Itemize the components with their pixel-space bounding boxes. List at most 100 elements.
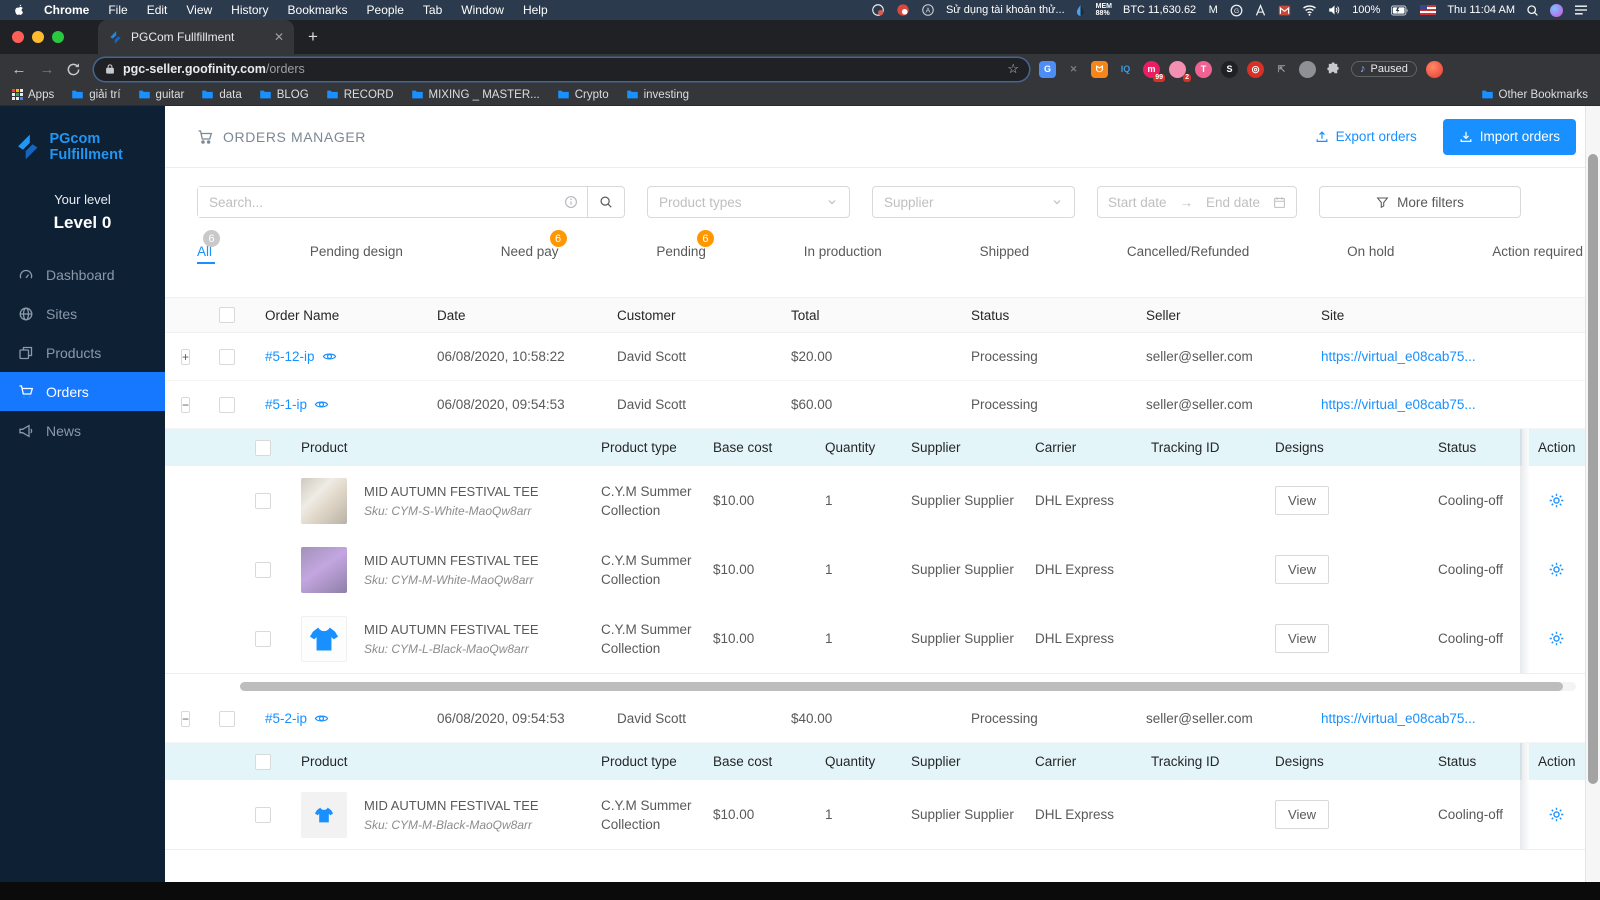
sidebar-item-sites[interactable]: .f{fill:#8b99a9;stroke:none} Sites [0,294,165,333]
tab-action-required[interactable]: Action required [1492,244,1583,270]
wifi-icon[interactable] [1302,4,1317,16]
circled-a-status-icon[interactable]: A [921,3,935,17]
collapse-row-button[interactable]: − [181,711,191,727]
row-checkbox[interactable] [219,710,235,727]
view-designs-button[interactable]: View [1275,624,1329,653]
tab-cancelled-refunded[interactable]: Cancelled/Refunded [1127,244,1249,270]
m-script-status-icon[interactable]: M [1207,4,1219,16]
product-thumbnail[interactable] [301,546,347,593]
translate-extension-icon[interactable]: G [1039,60,1056,78]
bookmark-apps[interactable]: Apps [12,89,54,101]
select-all-checkbox[interactable] [219,307,235,323]
address-bar[interactable]: pgc-seller.goofinity.com/orders ☆ [94,57,1029,81]
tab-need-pay[interactable]: Need pay 6 [501,230,567,270]
spotlight-search-icon[interactable] [1526,4,1539,17]
x-extension-icon[interactable]: ✕ [1065,61,1082,78]
menu-help[interactable]: Help [523,3,548,17]
circle-extension-icon[interactable] [1299,60,1316,78]
vertical-scrollbar[interactable] [1585,106,1600,882]
menu-people[interactable]: People [367,3,404,17]
order-name-link[interactable]: #5-2-ip.f{fill:#1890ff;stroke:none} [265,711,437,726]
back-icon[interactable]: ← [10,61,28,78]
sidebar-item-products[interactable]: .f{fill:#8b99a9;stroke:none} Products [0,333,165,372]
order-name-link[interactable]: #5-12-ip.f{fill:#1890ff;stroke:none} [265,349,437,364]
product-checkbox[interactable] [255,630,271,647]
menu-chrome[interactable]: Chrome [44,3,89,17]
row-settings-button[interactable]: .f{fill:#1890ff;stroke:none} [1548,561,1565,578]
product-checkbox[interactable] [255,561,271,578]
menu-history[interactable]: History [231,3,268,17]
m99-extension-icon[interactable]: m 99 [1143,60,1165,82]
row-checkbox[interactable] [219,348,235,365]
input-language-flag-icon[interactable] [1420,5,1437,15]
gmail-status-icon[interactable] [1278,4,1291,17]
row-settings-button[interactable]: .f{fill:#1890ff;stroke:none} [1548,806,1565,823]
swirl-status-icon[interactable] [871,3,885,17]
battery-icon[interactable] [1391,5,1409,16]
g-status-icon[interactable]: G [1230,4,1243,17]
bookmark-folder[interactable]: .f{fill:#aeb3b9;stroke:none}investing [626,88,689,101]
minimize-window-button[interactable] [32,31,44,43]
browser-tab[interactable]: PGCom Fullfillment ✕ [98,20,294,54]
mem-drop-icon[interactable] [1076,4,1085,17]
bookmark-folder[interactable]: .f{fill:#aeb3b9;stroke:none}guitar [138,88,184,101]
red-app-status-icon[interactable] [896,3,910,17]
sidebar-item-dashboard[interactable]: .f{fill:#8b99a9;stroke:none} Dashboard [0,255,165,294]
row-checkbox[interactable] [219,396,235,413]
subtable-select-all-checkbox[interactable] [255,753,271,770]
order-name-link[interactable]: #5-1-ip.f{fill:#1890ff;stroke:none} [265,397,437,412]
media-paused-control[interactable]: ♪ Paused [1351,61,1417,77]
tab-on-hold[interactable]: On hold [1347,244,1394,270]
bookmark-folder[interactable]: .f{fill:#aeb3b9;stroke:none}giải trí [71,88,121,101]
new-tab-button[interactable]: + [308,27,318,47]
volume-icon[interactable] [1328,4,1341,16]
search-button[interactable] [587,187,624,217]
puzzle-extensions-icon[interactable] [1325,61,1342,78]
date-range-picker[interactable]: Start date → End date [1097,186,1297,218]
horizontal-scrollbar[interactable] [240,682,1576,691]
bookmark-folder[interactable]: .f{fill:#aeb3b9;stroke:none}data [201,88,242,101]
view-designs-button[interactable]: View [1275,555,1329,584]
btc-ticker[interactable]: BTC 11,630.62 [1123,4,1196,16]
menu-window[interactable]: Window [461,3,504,17]
reload-icon[interactable] [66,62,84,77]
order-site-link[interactable]: https://virtual_e08cab75... [1321,397,1600,412]
apple-icon[interactable] [12,4,25,17]
zoom-window-button[interactable] [52,31,64,43]
view-designs-button[interactable]: View [1275,800,1329,829]
product-types-select[interactable]: Product types [647,186,850,218]
t-extension-icon[interactable]: T [1195,60,1212,78]
bookmark-star-icon[interactable]: ☆ [1007,61,1019,77]
product-checkbox[interactable] [255,492,271,509]
product-thumbnail[interactable]: .f{fill:#d8d8d8;stroke:#8a8a8a;stroke-wi… [301,791,347,838]
bookmark-folder[interactable]: .f{fill:#aeb3b9;stroke:none}MIXING _ MAS… [411,88,540,101]
profile-avatar[interactable] [1425,60,1443,78]
sidebar-item-news[interactable]: .f{fill:#8b99a9;stroke:none} News [0,411,165,450]
tab-pending-design[interactable]: Pending design [310,244,403,270]
supplier-select[interactable]: Supplier [872,186,1075,218]
menu-view[interactable]: View [186,3,212,17]
product-checkbox[interactable] [255,806,271,823]
menu-edit[interactable]: Edit [147,3,168,17]
export-orders-button[interactable]: Export orders [1315,129,1417,144]
tab-in-production[interactable]: In production [804,244,882,270]
account-trial-status-text[interactable]: Sử dụng tài khoản thử... [946,4,1065,16]
menu-bookmarks[interactable]: Bookmarks [288,3,348,17]
product-thumbnail[interactable] [301,477,347,524]
product-thumbnail[interactable]: .f{fill:#161616} [301,615,347,662]
bookmark-folder[interactable]: .f{fill:#aeb3b9;stroke:none}RECORD [326,88,394,101]
arrows-extension-icon[interactable]: ⇱ [1273,61,1290,78]
search-input[interactable] [198,187,564,217]
tab-close-icon[interactable]: ✕ [274,30,284,44]
import-orders-button[interactable]: Import orders [1442,118,1576,155]
siri-icon[interactable] [1550,3,1563,17]
sidebar-item-orders[interactable]: .f{fill:#fff;stroke:none} Orders [0,372,165,411]
brand[interactable]: PGcom Fulfillment [0,106,165,174]
s-extension-icon[interactable]: S [1221,60,1238,78]
a-status-icon[interactable] [1254,3,1267,17]
order-site-link[interactable]: https://virtual_e08cab75... [1321,349,1600,364]
menubar-clock[interactable]: Thu 11:04 AM [1447,4,1515,16]
close-window-button[interactable] [12,31,24,43]
row-settings-button[interactable]: .f{fill:#1890ff;stroke:none} [1548,630,1565,647]
more-filters-button[interactable]: More filters [1319,186,1521,218]
